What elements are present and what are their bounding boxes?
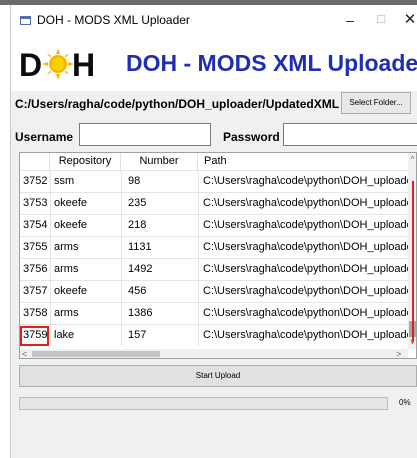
table-row[interactable]: 3757 okeefe 456 C:\Users\ragha\code\pyth… bbox=[20, 280, 408, 302]
upload-progress-percent: 0% bbox=[399, 398, 411, 407]
doh-logo: D H bbox=[19, 47, 101, 83]
path-cell[interactable]: C:\Users\ragha\code\python\DOH_uploader bbox=[198, 303, 408, 324]
number-cell[interactable]: 1131 bbox=[121, 237, 198, 258]
repository-cell[interactable]: arms bbox=[50, 237, 121, 258]
path-cell[interactable]: C:\Users\ragha\code\python\DOH_uploader bbox=[198, 215, 408, 236]
app-window-icon bbox=[20, 16, 31, 25]
repository-cell[interactable]: okeefe bbox=[50, 215, 121, 236]
window-title: DOH - MODS XML Uploader bbox=[37, 13, 190, 27]
path-cell[interactable]: C:\Users\ragha\code\python\DOH_uploader bbox=[198, 171, 408, 192]
table-header: Repository Number Path bbox=[20, 153, 408, 170]
repository-cell[interactable]: lake bbox=[50, 325, 121, 346]
password-label: Password bbox=[223, 130, 280, 144]
repository-cell[interactable]: okeefe bbox=[50, 193, 121, 214]
row-index[interactable]: 3755 bbox=[20, 237, 50, 258]
number-cell[interactable]: 218 bbox=[121, 215, 198, 236]
close-button[interactable]: ✕ bbox=[399, 9, 417, 31]
scroll-annotation-arrow-icon bbox=[412, 181, 414, 343]
repository-cell[interactable]: arms bbox=[50, 259, 121, 280]
column-header-path[interactable]: Path bbox=[198, 153, 408, 170]
path-cell[interactable]: C:\Users\ragha\code\python\DOH_uploader bbox=[198, 259, 408, 280]
row-index[interactable]: 3754 bbox=[20, 215, 50, 236]
row-index[interactable]: 3752 bbox=[20, 171, 50, 192]
repository-cell[interactable]: arms bbox=[50, 303, 121, 324]
password-field[interactable] bbox=[283, 123, 417, 146]
row-index[interactable]: 3756 bbox=[20, 259, 50, 280]
number-cell[interactable]: 1492 bbox=[121, 259, 198, 280]
app-heading: DOH - MODS XML Uploader bbox=[126, 50, 417, 76]
horizontal-scroll-thumb[interactable] bbox=[32, 351, 160, 357]
number-cell[interactable]: 456 bbox=[121, 281, 198, 302]
table-row[interactable]: 3758 arms 1386 C:\Users\ragha\code\pytho… bbox=[20, 302, 408, 324]
number-cell[interactable]: 235 bbox=[121, 193, 198, 214]
number-cell[interactable]: 1386 bbox=[121, 303, 198, 324]
horizontal-scrollbar[interactable]: < > bbox=[20, 349, 408, 358]
scroll-right-arrow-icon[interactable]: > bbox=[396, 349, 406, 358]
row-index[interactable]: 3753 bbox=[20, 193, 50, 214]
row-index[interactable]: 3758 bbox=[20, 303, 50, 324]
app-header: D H DOH - MODS XML Uploader bbox=[11, 35, 417, 91]
number-cell[interactable]: 157 bbox=[121, 325, 198, 346]
column-header-repository[interactable]: Repository bbox=[50, 153, 121, 170]
username-label: Username bbox=[15, 130, 74, 144]
username-field[interactable] bbox=[79, 123, 211, 146]
row-index[interactable]: 3757 bbox=[20, 281, 50, 302]
number-cell[interactable]: 98 bbox=[121, 171, 198, 192]
path-cell[interactable]: C:\Users\ragha\code\python\DOH_uploader bbox=[198, 193, 408, 214]
minimize-button[interactable]: – bbox=[339, 9, 361, 31]
app-window: DOH - MODS XML Uploader – ☐ ✕ D H DOH - … bbox=[10, 5, 417, 458]
table-corner bbox=[20, 153, 50, 170]
repository-cell[interactable]: ssm bbox=[50, 171, 121, 192]
start-upload-button[interactable]: Start Upload bbox=[19, 365, 417, 387]
sun-logo-icon bbox=[42, 48, 74, 80]
folder-path-label: C:/Users/ragha/code/python/DOH_uploader/… bbox=[15, 97, 340, 111]
path-cell[interactable]: C:\Users\ragha\code\python\DOH_uploader bbox=[198, 281, 408, 302]
table-row[interactable]: 3754 okeefe 218 C:\Users\ragha\code\pyth… bbox=[20, 214, 408, 236]
logo-letter-d: D bbox=[19, 47, 43, 83]
table-row[interactable]: 3759 lake 157 C:\Users\ragha\code\python… bbox=[20, 324, 408, 346]
table-row[interactable]: 3755 arms 1131 C:\Users\ragha\code\pytho… bbox=[20, 236, 408, 258]
path-cell[interactable]: C:\Users\ragha\code\python\DOH_uploader bbox=[198, 237, 408, 258]
scroll-left-arrow-icon[interactable]: < bbox=[22, 349, 32, 358]
maximize-button[interactable]: ☐ bbox=[370, 9, 392, 31]
upload-progress-bar bbox=[19, 397, 388, 410]
path-cell[interactable]: C:\Users\ragha\code\python\DOH_uploader bbox=[198, 325, 408, 346]
logo-letter-h: H bbox=[72, 47, 96, 83]
scroll-up-arrow-icon[interactable]: ^ bbox=[408, 155, 416, 165]
table-row[interactable]: 3752 ssm 98 C:\Users\ragha\code\python\D… bbox=[20, 170, 408, 192]
column-header-number[interactable]: Number bbox=[121, 153, 198, 170]
table-row[interactable]: 3753 okeefe 235 C:\Users\ragha\code\pyth… bbox=[20, 192, 408, 214]
table-row[interactable]: 3756 arms 1492 C:\Users\ragha\code\pytho… bbox=[20, 258, 408, 280]
repository-cell[interactable]: okeefe bbox=[50, 281, 121, 302]
upload-table[interactable]: Repository Number Path 3752 ssm 98 C:\Us… bbox=[19, 152, 417, 359]
title-bar[interactable]: DOH - MODS XML Uploader – ☐ ✕ bbox=[11, 5, 417, 35]
select-folder-button[interactable]: Select Folder... bbox=[341, 92, 411, 114]
row-index[interactable]: 3759 bbox=[20, 325, 50, 346]
